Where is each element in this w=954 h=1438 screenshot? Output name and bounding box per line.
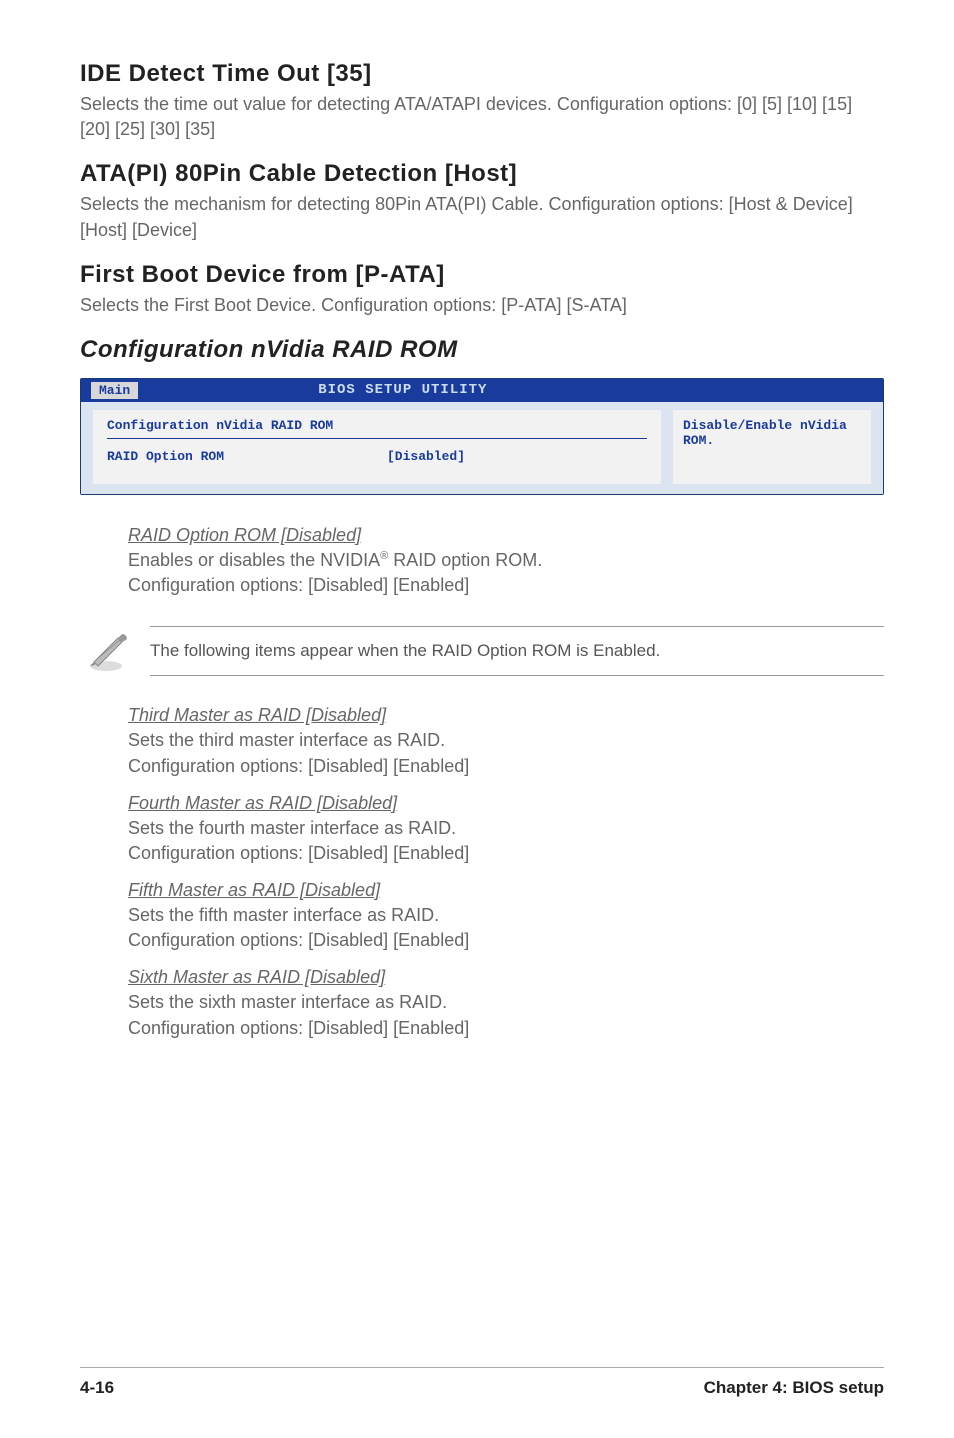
ide-detect-heading: IDE Detect Time Out [35] — [80, 60, 884, 88]
bios-option-label: RAID Option ROM — [107, 449, 387, 464]
bios-title: BIOS SETUP UTILITY — [318, 382, 487, 398]
raid-option-block: RAID Option ROM [Disabled] Enables or di… — [128, 525, 884, 598]
bios-left-panel: Configuration nVidia RAID ROM RAID Optio… — [81, 402, 673, 494]
raid-option-line1-post: RAID option ROM. — [388, 550, 542, 570]
master-raid-line2: Configuration options: [Disabled] [Enabl… — [128, 930, 469, 950]
bios-screenshot: Main BIOS SETUP UTILITY Configuration nV… — [80, 378, 884, 495]
page-footer: 4-16 Chapter 4: BIOS setup — [80, 1367, 884, 1398]
master-raid-desc: Sets the fourth master interface as RAID… — [128, 816, 884, 866]
ata-heading: ATA(PI) 80Pin Cable Detection [Host] — [80, 160, 884, 188]
pencil-icon — [80, 622, 132, 679]
master-raid-line2: Configuration options: [Disabled] [Enabl… — [128, 1018, 469, 1038]
master-raid-desc: Sets the third master interface as RAID.… — [128, 728, 884, 778]
firstboot-heading: First Boot Device from [P-ATA] — [80, 261, 884, 289]
chapter-label: Chapter 4: BIOS setup — [704, 1378, 884, 1398]
master-raid-heading: Fourth Master as RAID [Disabled] — [128, 793, 884, 814]
master-raid-group: Fourth Master as RAID [Disabled] Sets the… — [128, 793, 884, 866]
master-raid-group: Third Master as RAID [Disabled]Sets the … — [128, 705, 884, 778]
master-raid-line2: Configuration options: [Disabled] [Enabl… — [128, 843, 469, 863]
bios-help-panel: Disable/Enable nVidia ROM. — [673, 402, 883, 494]
note-text: The following items appear when the RAID… — [150, 626, 884, 676]
master-raid-line2: Configuration options: [Disabled] [Enabl… — [128, 756, 469, 776]
bios-titlebar: Main BIOS SETUP UTILITY — [81, 379, 883, 402]
master-raid-line1: Sets the sixth master interface as RAID. — [128, 992, 447, 1012]
master-raid-line1: Sets the third master interface as RAID. — [128, 730, 445, 750]
bios-tab-main: Main — [91, 382, 138, 399]
ata-desc: Selects the mechanism for detecting 80Pi… — [80, 192, 884, 242]
master-raid-group: Sixth Master as RAID [Disabled]Sets the … — [128, 967, 884, 1040]
note-row: The following items appear when the RAID… — [80, 622, 884, 679]
bios-option-row: RAID Option ROM [Disabled] — [107, 449, 647, 464]
master-raid-line1: Sets the fourth master interface as RAID… — [128, 818, 456, 838]
raid-option-heading: RAID Option ROM [Disabled] — [128, 525, 884, 546]
ide-detect-desc: Selects the time out value for detecting… — [80, 92, 884, 142]
raid-option-line2: Configuration options: [Disabled] [Enabl… — [128, 575, 469, 595]
master-raid-desc: Sets the fifth master interface as RAID.… — [128, 903, 884, 953]
master-raid-group: Fifth Master as RAID [Disabled]Sets the … — [128, 880, 884, 953]
master-raid-heading: Sixth Master as RAID [Disabled] — [128, 967, 884, 988]
raid-option-line1-pre: Enables or disables the NVIDIA — [128, 550, 380, 570]
bios-config-line: Configuration nVidia RAID ROM — [107, 418, 647, 439]
raid-option-desc: Enables or disables the NVIDIA® RAID opt… — [128, 548, 884, 598]
master-raid-desc: Sets the sixth master interface as RAID.… — [128, 990, 884, 1040]
nvraid-heading: Configuration nVidia RAID ROM — [80, 336, 884, 364]
page-number: 4-16 — [80, 1378, 114, 1398]
master-raid-heading: Fifth Master as RAID [Disabled] — [128, 880, 884, 901]
master-raid-heading: Third Master as RAID [Disabled] — [128, 705, 884, 726]
bios-option-value: [Disabled] — [387, 449, 465, 464]
master-raid-line1: Sets the fifth master interface as RAID. — [128, 905, 439, 925]
firstboot-desc: Selects the First Boot Device. Configura… — [80, 293, 884, 318]
